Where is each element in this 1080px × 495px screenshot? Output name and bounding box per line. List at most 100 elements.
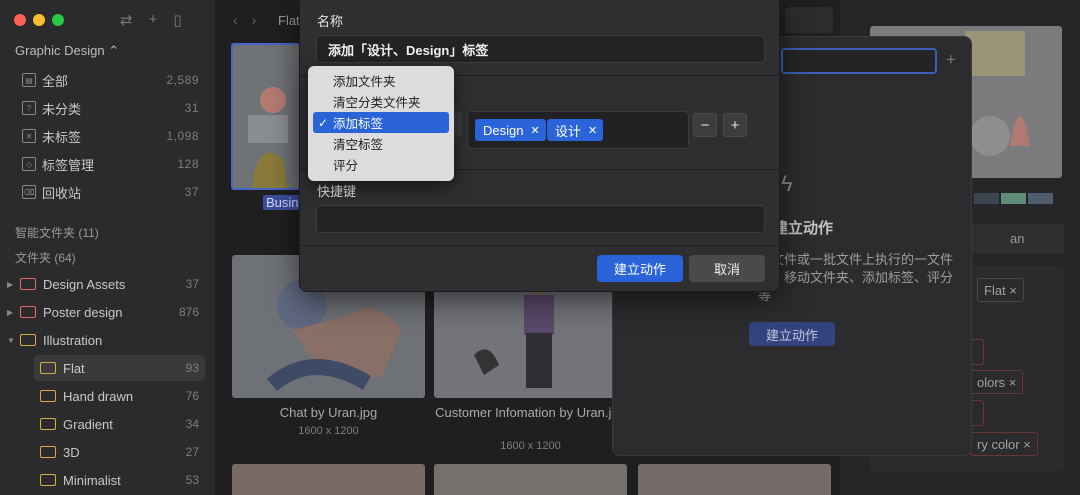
lightning-icon: ϟ bbox=[781, 171, 793, 196]
thumbnail-business[interactable] bbox=[231, 43, 301, 190]
folder-label: 3D bbox=[63, 444, 80, 460]
tag-icon: ◇ bbox=[22, 157, 36, 171]
tag-chip-fragment[interactable] bbox=[970, 339, 984, 365]
folder-icon bbox=[40, 446, 56, 458]
sidebar-item-all[interactable]: ▤ 全部 2,589 bbox=[0, 68, 215, 92]
cancel-button[interactable]: 取消 bbox=[689, 255, 765, 282]
popover-description: 个文件或一批文件上执行的一文件夹、移动文件夹、添加标签、评分等 bbox=[758, 252, 954, 303]
remove-step-button[interactable]: − bbox=[693, 113, 717, 137]
menu-item-rating[interactable]: 评分 bbox=[313, 154, 449, 175]
folder-icon bbox=[20, 306, 36, 318]
sidebar-item-count: 1,098 bbox=[166, 129, 199, 143]
library-switcher[interactable]: Graphic Design ⌃ bbox=[15, 43, 119, 59]
action-type-menu: 添加文件夹 清空分类文件夹 ✓ 添加标签 清空标签 评分 bbox=[308, 66, 454, 181]
sidebar-item-count: 2,589 bbox=[166, 73, 199, 87]
sidebar-item-label: 全部 bbox=[42, 73, 69, 89]
sidebar-item-tag-manager[interactable]: ◇ 标签管理 128 bbox=[0, 152, 215, 176]
sidebar-item-label: 回收站 bbox=[42, 185, 82, 201]
tags-input[interactable]: Design ✕ 设计 ✕ bbox=[467, 111, 689, 149]
thumbnail-size: 1600 x 1200 bbox=[298, 425, 359, 437]
folder-minimalist[interactable]: Minimalist 53 bbox=[0, 467, 215, 493]
menu-item-label: 清空分类文件夹 bbox=[333, 96, 421, 110]
tag-chip[interactable]: Flat × bbox=[977, 278, 1024, 302]
tag-chip[interactable]: olors × bbox=[970, 370, 1024, 394]
folder-count: 53 bbox=[185, 473, 199, 487]
menu-item-add-tags[interactable]: ✓ 添加标签 bbox=[313, 112, 449, 133]
tag-chip-fragment[interactable] bbox=[970, 400, 984, 426]
menu-item-label: 添加标签 bbox=[333, 117, 384, 131]
menu-item-add-folder[interactable]: 添加文件夹 bbox=[313, 70, 449, 91]
folder-poster-design[interactable]: ▶ Poster design 876 bbox=[0, 299, 215, 325]
menu-item-clear-folders[interactable]: 清空分类文件夹 bbox=[313, 91, 449, 112]
current-folder-title: Flat bbox=[278, 13, 300, 28]
folder-hand-drawn[interactable]: Hand drawn 76 bbox=[0, 383, 215, 409]
chevron-down-icon[interactable]: ▼ bbox=[7, 336, 15, 345]
sidebar-item-count: 31 bbox=[184, 101, 199, 115]
folders-header[interactable]: 文件夹 (64) bbox=[15, 249, 76, 266]
menu-item-clear-tags[interactable]: 清空标签 bbox=[313, 133, 449, 154]
folder-design-assets[interactable]: ▶ Design Assets 37 bbox=[0, 271, 215, 297]
untagged-icon: ✕ bbox=[22, 129, 36, 143]
folder-3d[interactable]: 3D 27 bbox=[0, 439, 215, 465]
create-action-button-bg[interactable]: 建立动作 bbox=[749, 322, 835, 346]
back-icon[interactable]: ‹ bbox=[233, 12, 238, 28]
forward-icon[interactable]: › bbox=[252, 12, 257, 28]
tag-chip-sheji[interactable]: 设计 ✕ bbox=[547, 119, 604, 141]
thumbnail-caption-selected[interactable]: Busin bbox=[263, 195, 302, 210]
minimize-window-button[interactable] bbox=[33, 14, 45, 26]
remove-tag-icon[interactable]: ✕ bbox=[588, 124, 597, 137]
folder-count: 34 bbox=[185, 417, 199, 431]
add-icon[interactable]: + bbox=[149, 11, 158, 29]
folder-label: Poster design bbox=[43, 304, 123, 320]
zoom-window-button[interactable] bbox=[52, 14, 64, 26]
sidebar-item-uncategorized[interactable]: ? 未分类 31 bbox=[0, 96, 215, 120]
checkmark-icon: ✓ bbox=[318, 115, 329, 130]
folder-icon bbox=[40, 362, 56, 374]
folder-count: 876 bbox=[178, 305, 199, 319]
tag-chip-design[interactable]: Design ✕ bbox=[475, 119, 546, 141]
name-input[interactable]: 添加「设计、Design」标签 bbox=[316, 35, 765, 63]
folder-count: 76 bbox=[185, 389, 199, 403]
thumbnail-row3-3[interactable] bbox=[638, 464, 831, 495]
remove-tag-icon[interactable]: ✕ bbox=[530, 124, 539, 137]
folder-gradient[interactable]: Gradient 34 bbox=[0, 411, 215, 437]
add-step-button[interactable]: + bbox=[723, 113, 747, 137]
chevron-right-icon[interactable]: ▶ bbox=[7, 280, 13, 289]
thumbnail-size: 1600 x 1200 bbox=[500, 440, 561, 452]
illustration-image bbox=[248, 87, 288, 188]
sync-icon[interactable]: ⇄ bbox=[120, 11, 133, 29]
question-icon: ? bbox=[22, 101, 36, 115]
sidebar-item-label: 未标签 bbox=[42, 129, 82, 145]
folder-icon bbox=[20, 278, 36, 290]
navigation-arrows: ‹ › bbox=[233, 12, 256, 28]
folder-label: Flat bbox=[63, 360, 85, 376]
sidebar-toolbar: ⇄ + ▯ bbox=[120, 11, 182, 29]
sidebar-item-count: 37 bbox=[184, 185, 199, 199]
shortcut-input[interactable] bbox=[316, 205, 765, 233]
close-window-button[interactable] bbox=[14, 14, 26, 26]
folder-count: 37 bbox=[185, 277, 199, 291]
thumbnail-row3-1[interactable] bbox=[232, 464, 425, 495]
tag-chip-label: 设计 bbox=[555, 123, 582, 139]
create-action-button[interactable]: 建立动作 bbox=[597, 255, 683, 282]
tag-chip[interactable]: ry color × bbox=[970, 432, 1038, 456]
thumbnail-row3-2[interactable] bbox=[434, 464, 627, 495]
folder-icon bbox=[40, 474, 56, 486]
folder-flat[interactable]: Flat 93 bbox=[34, 355, 205, 381]
smart-folders-header[interactable]: 智能文件夹 (11) bbox=[15, 224, 99, 241]
folder-label: Minimalist bbox=[63, 472, 121, 488]
sidebar-item-untagged[interactable]: ✕ 未标签 1,098 bbox=[0, 124, 215, 148]
sidebar-toggle-icon[interactable]: ▯ bbox=[173, 11, 181, 29]
top-search-field[interactable] bbox=[785, 7, 833, 33]
divider bbox=[300, 245, 779, 246]
add-action-icon[interactable]: + bbox=[946, 50, 956, 70]
folder-illustration[interactable]: ▼ Illustration bbox=[0, 327, 215, 353]
actions-search-input[interactable] bbox=[781, 48, 937, 74]
trash-icon: ⌫ bbox=[22, 185, 36, 199]
chevron-right-icon[interactable]: ▶ bbox=[7, 308, 13, 317]
folder-icon bbox=[40, 390, 56, 402]
sidebar-item-trash[interactable]: ⌫ 回收站 37 bbox=[0, 180, 215, 204]
menu-item-label: 评分 bbox=[333, 159, 359, 173]
folder-label: Illustration bbox=[43, 332, 103, 348]
sidebar-item-count: 128 bbox=[177, 157, 199, 171]
